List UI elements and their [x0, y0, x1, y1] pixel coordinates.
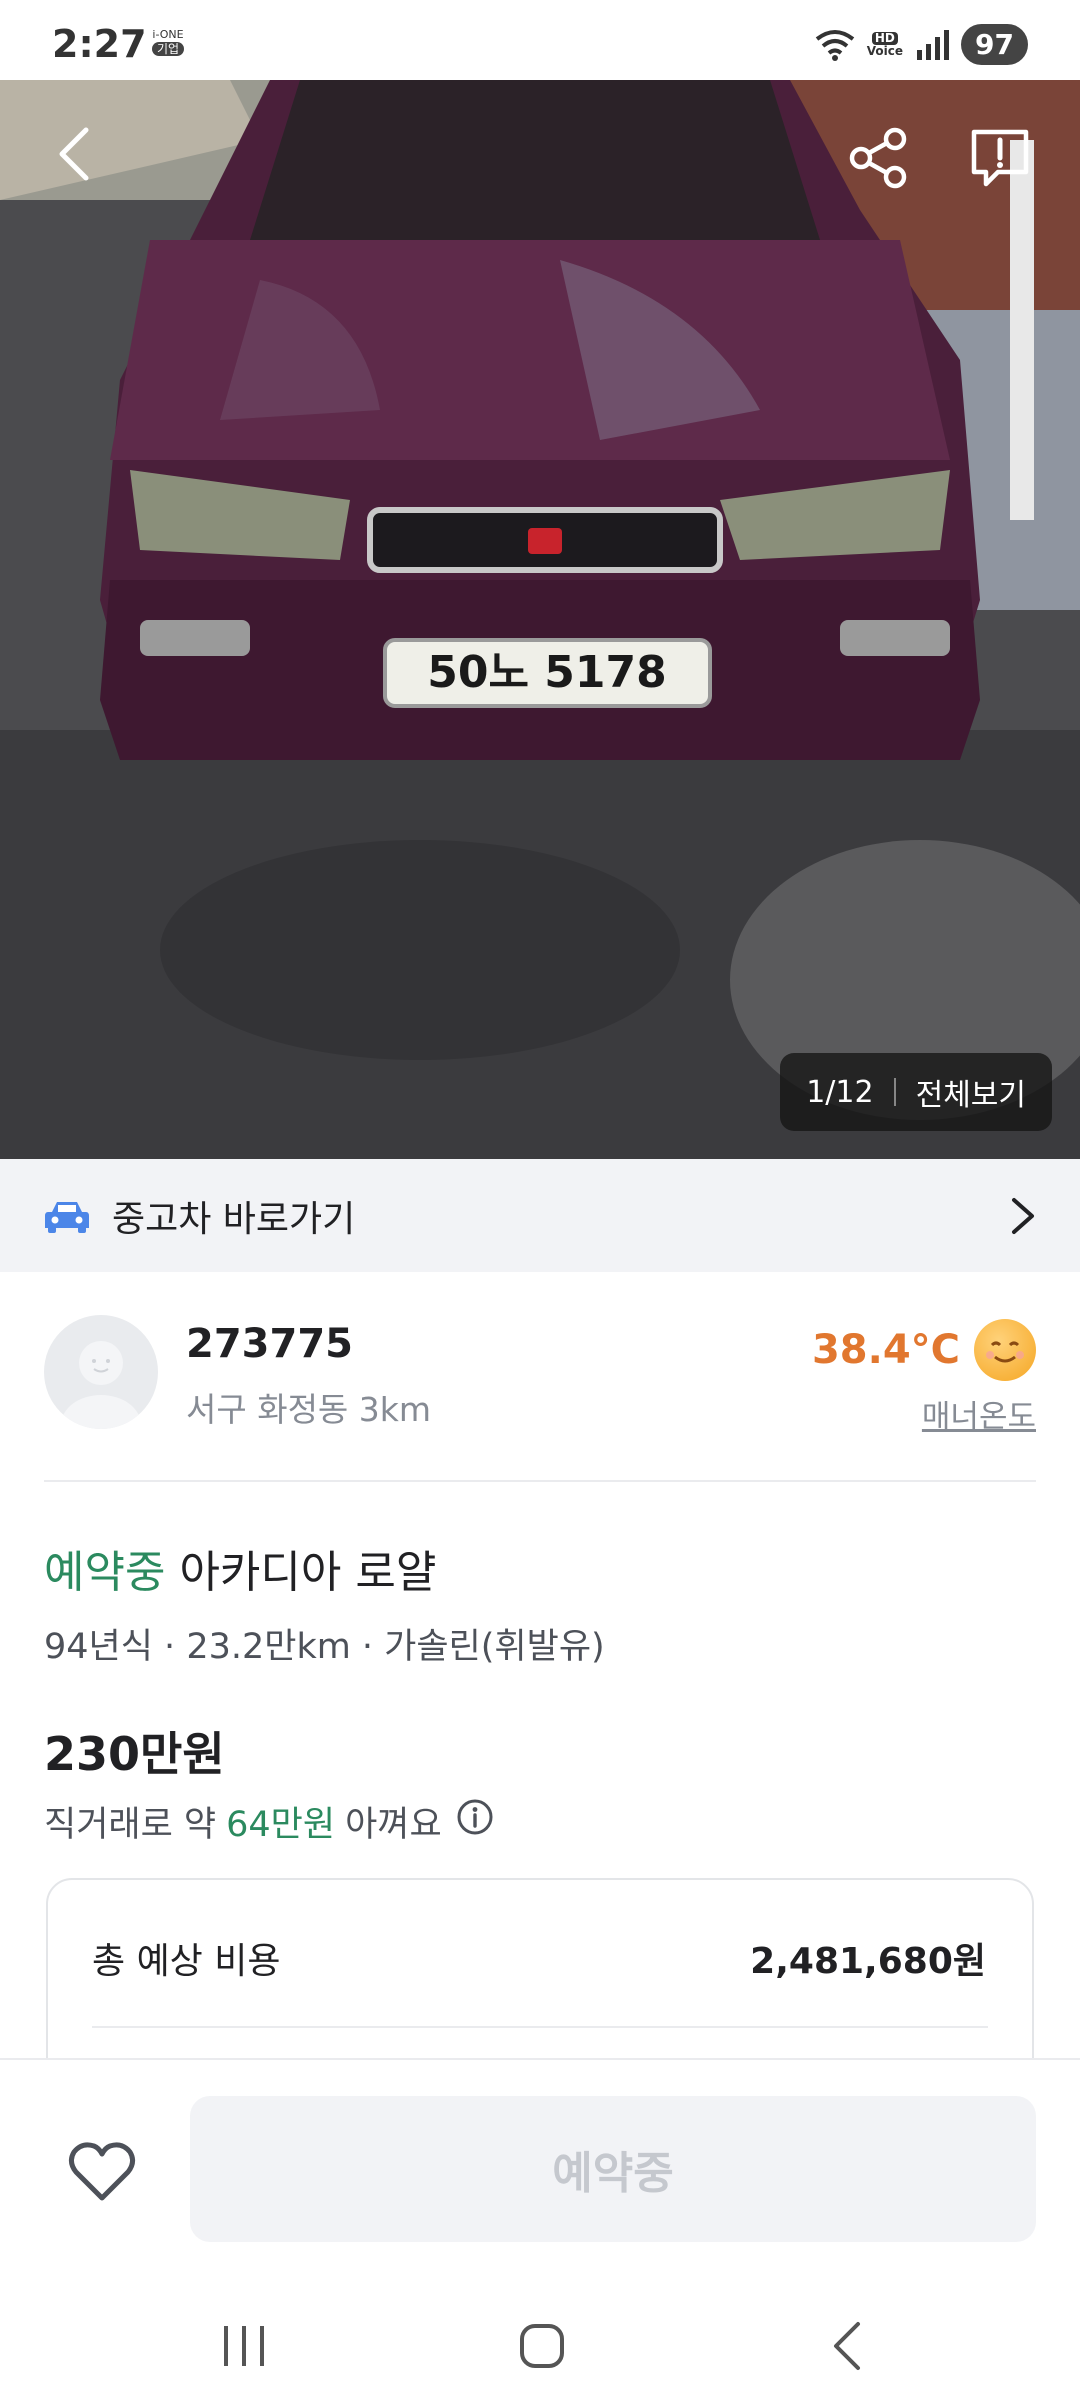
saving-info: 직거래로 약 64만원 아껴요	[44, 1796, 494, 1847]
temperature-value: 38.4°C	[811, 1327, 960, 1373]
back-button[interactable]	[34, 114, 114, 194]
report-button[interactable]	[960, 118, 1040, 198]
recent-apps-button[interactable]	[214, 2318, 274, 2374]
back-icon	[834, 2322, 860, 2370]
seller-location: 서구 화정동 3km	[186, 1390, 432, 1429]
heart-icon	[68, 2142, 136, 2201]
manner-temperature: 38.4°C	[812, 1319, 1036, 1381]
carrier-badge: i-ONE 기업	[147, 28, 189, 56]
nav-back-button[interactable]	[820, 2318, 880, 2374]
cost-card-divider	[92, 2026, 988, 2028]
report-icon	[971, 129, 1029, 187]
avatar[interactable]	[44, 1315, 158, 1429]
signal-icon	[917, 29, 950, 60]
reserved-button[interactable]: 예약중	[190, 2096, 1036, 2242]
like-button[interactable]	[66, 2136, 138, 2208]
total-cost-value: 2,481,680원	[750, 1941, 986, 1982]
saving-suffix: 아껴요	[345, 1805, 442, 1845]
info-icon[interactable]	[456, 1798, 494, 1845]
listing-title: 예약중 아카디아 로얄	[44, 1536, 436, 1600]
chevron-left-icon	[59, 127, 89, 181]
saving-amount: 64만원	[226, 1805, 336, 1845]
view-all-link[interactable]: 전체보기	[916, 1070, 1026, 1114]
counter-divider	[893, 1078, 896, 1106]
used-car-shortcut[interactable]: 중고차 바로가기	[0, 1159, 1080, 1272]
home-icon	[520, 2324, 564, 2368]
carrier-name: i-ONE	[152, 28, 184, 41]
status-bar: 2:27 i-ONE 기업 HD Voice 97	[0, 0, 1080, 80]
total-cost-label: 총 예상 비용	[92, 1941, 281, 1982]
listing-price: 230만원	[44, 1727, 225, 1781]
recent-apps-icon	[224, 2326, 264, 2366]
chevron-right-icon	[1012, 1197, 1034, 1234]
hd-voice-icon: HD Voice	[866, 30, 904, 58]
smiling-face-icon	[974, 1319, 1036, 1381]
saving-prefix: 직거래로 약	[44, 1805, 217, 1845]
photo-index: 1/12	[806, 1074, 874, 1110]
navigation-bar	[0, 2284, 1080, 2400]
share-button[interactable]	[838, 118, 918, 198]
photo-counter[interactable]: 1/12 전체보기	[780, 1053, 1052, 1131]
share-icon	[849, 127, 907, 189]
manner-temperature-link[interactable]: 매너온도	[922, 1391, 1036, 1436]
listing-specs: 94년식 · 23.2만km · 가솔린(휘발유)	[44, 1627, 605, 1667]
photo-gallery[interactable]: 50노 5178 1/12 전체보기	[0, 80, 1080, 1159]
status-icons: HD Voice 97	[815, 24, 1028, 65]
wifi-icon	[815, 29, 855, 61]
used-car-shortcut-label: 중고차 바로가기	[112, 1198, 356, 1240]
home-button[interactable]	[512, 2318, 572, 2374]
status-time: 2:27	[52, 22, 147, 66]
section-divider	[44, 1480, 1036, 1482]
bottom-action-bar: 예약중	[0, 2058, 1080, 2284]
default-avatar-icon	[61, 1341, 141, 1429]
carrier-type: 기업	[151, 42, 185, 56]
car-photo: 50노 5178	[0, 80, 1080, 1159]
listing-status: 예약중	[44, 1547, 166, 1598]
seller-profile[interactable]: 273775 서구 화정동 3km 38.4°C 매너온도	[44, 1315, 1036, 1435]
license-plate: 50노 5178	[427, 647, 667, 698]
listing-title-text: 아카디아 로얄	[179, 1547, 437, 1598]
car-icon	[45, 1201, 89, 1233]
seller-name: 273775	[186, 1321, 353, 1367]
battery-indicator: 97	[961, 24, 1028, 65]
